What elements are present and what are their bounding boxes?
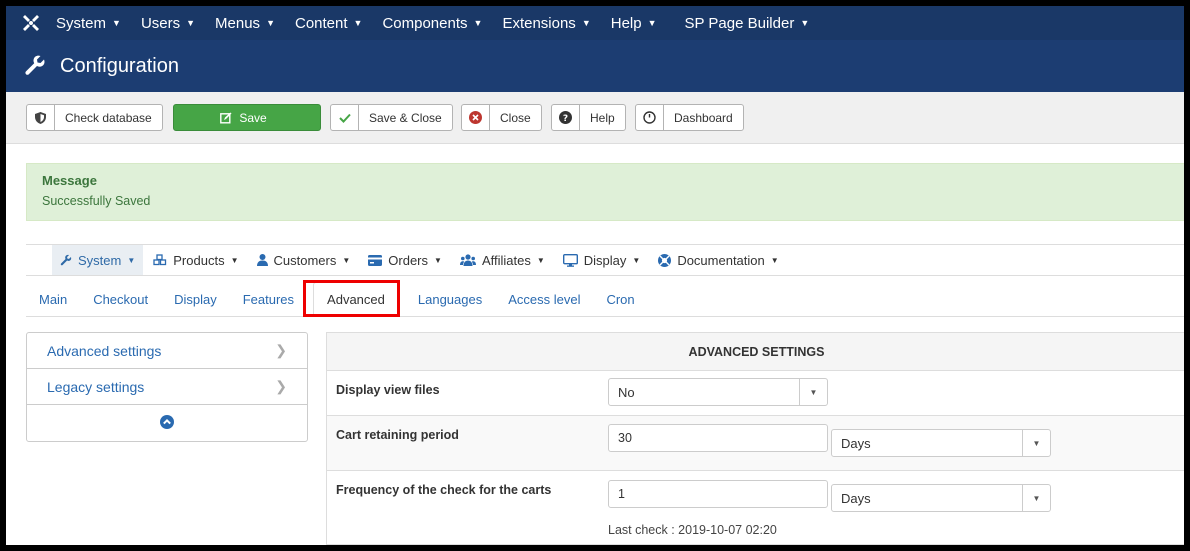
setting-row-display-view-files: Display view files No ▼ bbox=[327, 371, 1184, 416]
message-text: Successfully Saved bbox=[42, 194, 151, 208]
caret-down-icon: ▼ bbox=[647, 18, 657, 28]
last-check-text: Last check : 2019-10-07 02:20 bbox=[608, 523, 777, 537]
life-ring-icon bbox=[658, 253, 672, 267]
tab-main[interactable]: Main bbox=[26, 282, 80, 316]
credit-card-icon bbox=[368, 254, 383, 266]
cubes-icon bbox=[153, 254, 167, 266]
settings-sidebar: Advanced settings ❯ Legacy settings ❯ bbox=[26, 332, 308, 442]
menu-extensions[interactable]: Extensions ▼ bbox=[502, 15, 590, 32]
caret-down-icon: ▼ bbox=[434, 255, 442, 265]
caret-down-icon: ▼ bbox=[112, 18, 121, 28]
menu-content[interactable]: Content ▼ bbox=[295, 15, 362, 32]
caret-down-icon: ▼ bbox=[342, 255, 351, 265]
dashboard-icon bbox=[636, 105, 664, 130]
menu-menus[interactable]: Menus ▼ bbox=[215, 15, 275, 32]
caret-down-icon: ▼ bbox=[230, 255, 239, 265]
caret-down-icon: ▼ bbox=[536, 255, 545, 265]
setting-label: Display view files bbox=[336, 383, 440, 397]
display-view-files-select[interactable]: No ▼ bbox=[608, 378, 828, 406]
chevron-right-icon: ❯ bbox=[275, 342, 287, 358]
caret-down-icon: ▼ bbox=[770, 255, 779, 265]
desktop-icon bbox=[562, 253, 578, 267]
caret-down-icon: ▼ bbox=[799, 379, 827, 405]
chevron-up-circle-icon bbox=[160, 414, 174, 432]
caret-down-icon: ▼ bbox=[353, 18, 363, 28]
menu-help[interactable]: Help ▼ bbox=[611, 15, 657, 32]
caret-down-icon: ▼ bbox=[473, 18, 483, 28]
check-frequency-unit-select[interactable]: Days ▼ bbox=[831, 484, 1051, 512]
page-header: Configuration bbox=[6, 40, 1184, 92]
check-icon bbox=[331, 105, 359, 130]
close-circle-icon bbox=[462, 105, 490, 130]
cmenu-products[interactable]: Products ▼ bbox=[145, 245, 246, 275]
cmenu-orders[interactable]: Orders ▼ bbox=[360, 245, 450, 275]
settings-tabs: Main Checkout Display Features Advanced … bbox=[26, 282, 1184, 317]
setting-label: Cart retaining period bbox=[336, 428, 459, 442]
caret-down-icon: ▼ bbox=[266, 18, 275, 28]
joomla-logo-icon[interactable] bbox=[6, 6, 56, 40]
caret-down-icon: ▼ bbox=[581, 18, 591, 28]
tab-display[interactable]: Display bbox=[161, 282, 230, 316]
highlight-box bbox=[303, 280, 400, 317]
menu-components[interactable]: Components ▼ bbox=[382, 15, 482, 32]
tab-access-level[interactable]: Access level bbox=[495, 282, 593, 316]
users-icon bbox=[459, 254, 476, 266]
save-button[interactable]: Save bbox=[173, 104, 321, 131]
caret-down-icon: ▼ bbox=[800, 18, 810, 28]
check-database-button[interactable]: Check database bbox=[26, 104, 163, 131]
sidebar-item-legacy-settings[interactable]: Legacy settings ❯ bbox=[27, 369, 307, 405]
settings-heading: ADVANCED SETTINGS bbox=[327, 333, 1184, 371]
svg-text:?: ? bbox=[563, 114, 568, 124]
cmenu-affiliates[interactable]: Affiliates ▼ bbox=[452, 245, 553, 275]
menu-users[interactable]: Users ▼ bbox=[141, 15, 195, 32]
question-circle-icon: ? bbox=[552, 105, 580, 130]
check-frequency-input[interactable]: 1 bbox=[608, 480, 828, 508]
tab-languages[interactable]: Languages bbox=[405, 282, 495, 316]
caret-down-icon: ▼ bbox=[1022, 485, 1050, 511]
caret-down-icon: ▼ bbox=[186, 18, 196, 28]
cart-retaining-input[interactable]: 30 bbox=[608, 424, 828, 452]
caret-down-icon: ▼ bbox=[127, 255, 136, 265]
menu-sp-page-builder[interactable]: SP Page Builder ▼ bbox=[685, 15, 810, 32]
menu-system[interactable]: System ▼ bbox=[56, 15, 121, 32]
dashboard-button[interactable]: Dashboard bbox=[635, 104, 744, 131]
cmenu-system[interactable]: System ▼ bbox=[52, 245, 144, 275]
success-message: Message Successfully Saved bbox=[26, 163, 1184, 221]
setting-row-cart-retaining: Cart retaining period 30 Days ▼ bbox=[327, 416, 1184, 471]
page-title: Configuration bbox=[60, 54, 179, 77]
cart-retaining-unit-select[interactable]: Days ▼ bbox=[831, 429, 1051, 457]
caret-down-icon: ▼ bbox=[632, 255, 641, 265]
app-frame: System ▼ Users ▼ Menus ▼ Content ▼ Component… bbox=[6, 6, 1184, 545]
tab-features[interactable]: Features bbox=[230, 282, 307, 316]
edit-icon bbox=[217, 105, 235, 130]
message-heading: Message bbox=[42, 173, 97, 188]
cmenu-display[interactable]: Display ▼ bbox=[555, 245, 649, 275]
chevron-right-icon: ❯ bbox=[275, 378, 287, 394]
cmenu-documentation[interactable]: Documentation ▼ bbox=[650, 245, 786, 275]
tab-checkout[interactable]: Checkout bbox=[80, 282, 161, 316]
advanced-settings-panel: ADVANCED SETTINGS Display view files No … bbox=[326, 332, 1184, 545]
caret-down-icon: ▼ bbox=[1022, 430, 1050, 456]
setting-row-check-frequency: Frequency of the check for the carts 1 D… bbox=[327, 471, 1184, 544]
user-icon bbox=[256, 254, 268, 266]
tab-cron[interactable]: Cron bbox=[593, 282, 647, 316]
top-navbar: System ▼ Users ▼ Menus ▼ Content ▼ Component… bbox=[6, 6, 1184, 40]
cmenu-customers[interactable]: Customers ▼ bbox=[249, 245, 359, 275]
wrench-icon bbox=[24, 54, 46, 79]
close-button[interactable]: Close bbox=[461, 104, 542, 131]
wrench-icon bbox=[60, 254, 72, 266]
setting-label: Frequency of the check for the carts bbox=[336, 483, 552, 497]
toolbar: Check database Save Save & Close Close ?… bbox=[6, 92, 1184, 144]
shield-icon bbox=[27, 105, 55, 130]
save-close-button[interactable]: Save & Close bbox=[330, 104, 453, 131]
sidebar-collapse[interactable] bbox=[27, 405, 307, 441]
sidebar-item-advanced-settings[interactable]: Advanced settings ❯ bbox=[27, 333, 307, 369]
help-button[interactable]: ? Help bbox=[551, 104, 626, 131]
component-menu: System ▼ Products ▼ Customers ▼ Orders ▼ Aff… bbox=[26, 244, 1184, 276]
